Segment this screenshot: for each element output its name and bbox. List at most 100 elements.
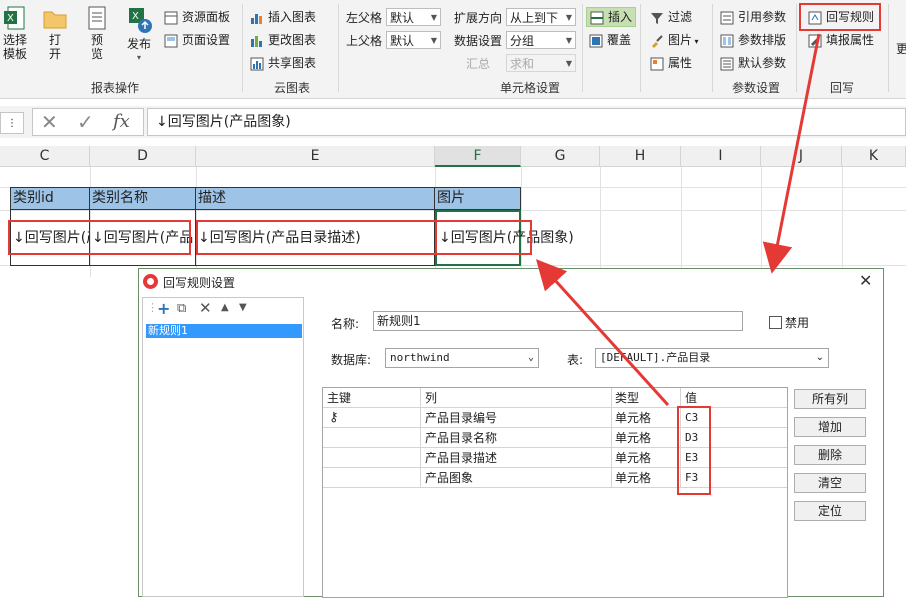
delete-button[interactable]: 删除 [794,445,866,465]
table-row-col[interactable]: 产品目录描述 [425,448,497,468]
name-box-dots[interactable]: ⋮ [0,112,24,134]
move-down-icon[interactable]: ▼ [239,302,247,313]
table-row-value[interactable]: C3 [685,408,698,428]
open-button[interactable]: 打 开 [40,6,70,61]
table-select[interactable]: [DEFAULT].产品目录 ⌄ [595,348,829,368]
chevron-down-icon: ▼ [430,13,437,22]
ribbon-overflow-hint: 更 [896,42,906,54]
data-cell-c3[interactable]: ↓回写图片(产 [10,210,90,266]
column-header-g[interactable]: G [521,146,600,167]
svg-text:X: X [7,13,14,24]
share-chart-button[interactable]: 共享图表 [250,53,316,73]
formula-input[interactable]: ↓回写图片(产品图象) [147,108,906,136]
clear-button[interactable]: 清空 [794,473,866,493]
expand-direction-select[interactable]: 从上到下 ▼ [506,8,576,26]
header-cell-description[interactable]: 描述 [196,187,435,210]
column-header-f[interactable]: F [435,146,521,167]
overwrite-mode-button[interactable]: 覆盖 [589,30,631,50]
data-setting-select[interactable]: 分组 ▼ [506,31,576,49]
data-cell-e3[interactable]: ↓回写图片(产品目录描述) [196,210,435,266]
insert-chart-button[interactable]: 插入图表 [250,7,316,27]
data-cell-f3[interactable]: ↓回写图片(产品图象) [435,210,574,266]
picture-label: 图片 [668,33,693,47]
table-value: [DEFAULT].产品目录 [600,351,711,364]
copy-icon[interactable]: ⧉ [177,301,186,316]
share-chart-label: 共享图表 [268,56,317,70]
cancel-icon[interactable]: ✕ [41,110,58,134]
summary-select[interactable]: 求和 ▼ [506,54,576,72]
table-row-value[interactable]: D3 [685,428,698,448]
writeback-rule-dialog: 回写规则设置 ✕ ⋮ + ⧉ ✕ ▲ ▼ 新规则1 名称: 新规则1 禁用 数据… [138,268,884,598]
column-header-h[interactable]: H [600,146,681,167]
add-button[interactable]: 增加 [794,417,866,437]
column-header-c[interactable]: C [0,146,90,167]
table-gridlines [323,388,787,488]
table-row-type[interactable]: 单元格 [615,448,651,468]
delete-icon[interactable]: ✕ [199,299,212,317]
add-icon[interactable]: + [157,299,170,318]
table-row-col[interactable]: 产品目录名称 [425,428,497,448]
resource-panel-button[interactable]: 资源面板 [164,7,230,27]
fill-attr-button[interactable]: 填报属性 [808,30,874,50]
svg-text:X: X [132,11,139,22]
column-header-i[interactable]: I [681,146,761,167]
param-layout-button[interactable]: 参数排版 [720,30,786,50]
ref-params-button[interactable]: 引用参数 [720,7,786,27]
group-label-cloud-chart: 云图表 [273,81,310,95]
default-params-button[interactable]: 默认参数 [720,53,786,73]
picture-button[interactable]: 图片 ▾ [650,30,699,50]
publish-button[interactable]: X 发布 ▾ [122,6,156,65]
table-row-type[interactable]: 单元格 [615,408,651,428]
disable-checkbox[interactable] [769,316,782,329]
rule-name-input[interactable]: 新规则1 [373,311,743,331]
attribute-button[interactable]: 属性 [650,53,692,73]
locate-button[interactable]: 定位 [794,501,866,521]
param-layout-icon [720,34,734,47]
ribbon: X 选择 模板 打 开 预 览 X 发布 ▾ 报表操作 资源面板 页面设置 插入… [0,0,906,99]
filter-button[interactable]: 过滤 [650,7,692,27]
column-header-j[interactable]: J [761,146,842,167]
th-column: 列 [425,391,438,405]
change-chart-button[interactable]: 更改图表 [250,30,316,50]
upper-parent-select[interactable]: 默认 ▼ [386,31,441,49]
writeback-rule-button[interactable]: 回写规则 [808,7,874,27]
table-row-type[interactable]: 单元格 [615,428,651,448]
ribbon-divider [640,4,641,92]
name-label: 名称: [331,317,360,331]
rule-list-item[interactable]: 新规则1 [146,324,302,338]
excel-icon: X [4,6,25,30]
all-columns-button[interactable]: 所有列 [794,389,866,409]
chevron-down-icon: ▼ [565,59,572,68]
column-header-e[interactable]: E [196,146,435,167]
function-icon[interactable]: fx [113,111,130,132]
database-select[interactable]: northwind ⌄ [385,348,539,368]
page-setup-button[interactable]: 页面设置 [164,30,230,50]
close-icon[interactable]: ✕ [859,271,872,290]
attribute-label: 属性 [668,56,693,70]
brush-icon [652,34,663,48]
header-cell-category-name[interactable]: 类别名称 [90,187,196,210]
table-row-type[interactable]: 单元格 [615,468,651,488]
column-header-d[interactable]: D [90,146,196,167]
left-parent-select[interactable]: 默认 ▼ [386,8,441,26]
select-template-button[interactable]: X 选择 模板 [0,6,30,61]
check-icon[interactable]: ✓ [77,110,94,134]
data-cell-d3[interactable]: ↓回写图片(产品 [90,210,196,266]
data-cell-f3-text: ↓回写图片(产品图象) [439,230,574,246]
ribbon-divider [888,4,889,92]
move-up-icon[interactable]: ▲ [221,302,229,313]
group-label-params: 参数设置 [731,81,780,95]
fill-attr-icon [808,34,822,47]
table-row-col[interactable]: 产品目录编号 [425,408,497,428]
disable-label: 禁用 [785,316,810,330]
insert-mode-button[interactable]: 插入 [586,7,637,27]
header-cell-category-id[interactable]: 类别id [10,187,90,210]
column-header-k[interactable]: K [842,146,906,167]
table-row-value[interactable]: F3 [685,468,698,488]
table-row-value[interactable]: E3 [685,448,698,468]
bar-chart-icon [251,13,262,24]
preview-button[interactable]: 预 览 [82,6,112,61]
table-row-col[interactable]: 产品图象 [425,468,473,488]
ribbon-divider [712,4,713,92]
header-cell-picture[interactable]: 图片 [435,187,521,210]
